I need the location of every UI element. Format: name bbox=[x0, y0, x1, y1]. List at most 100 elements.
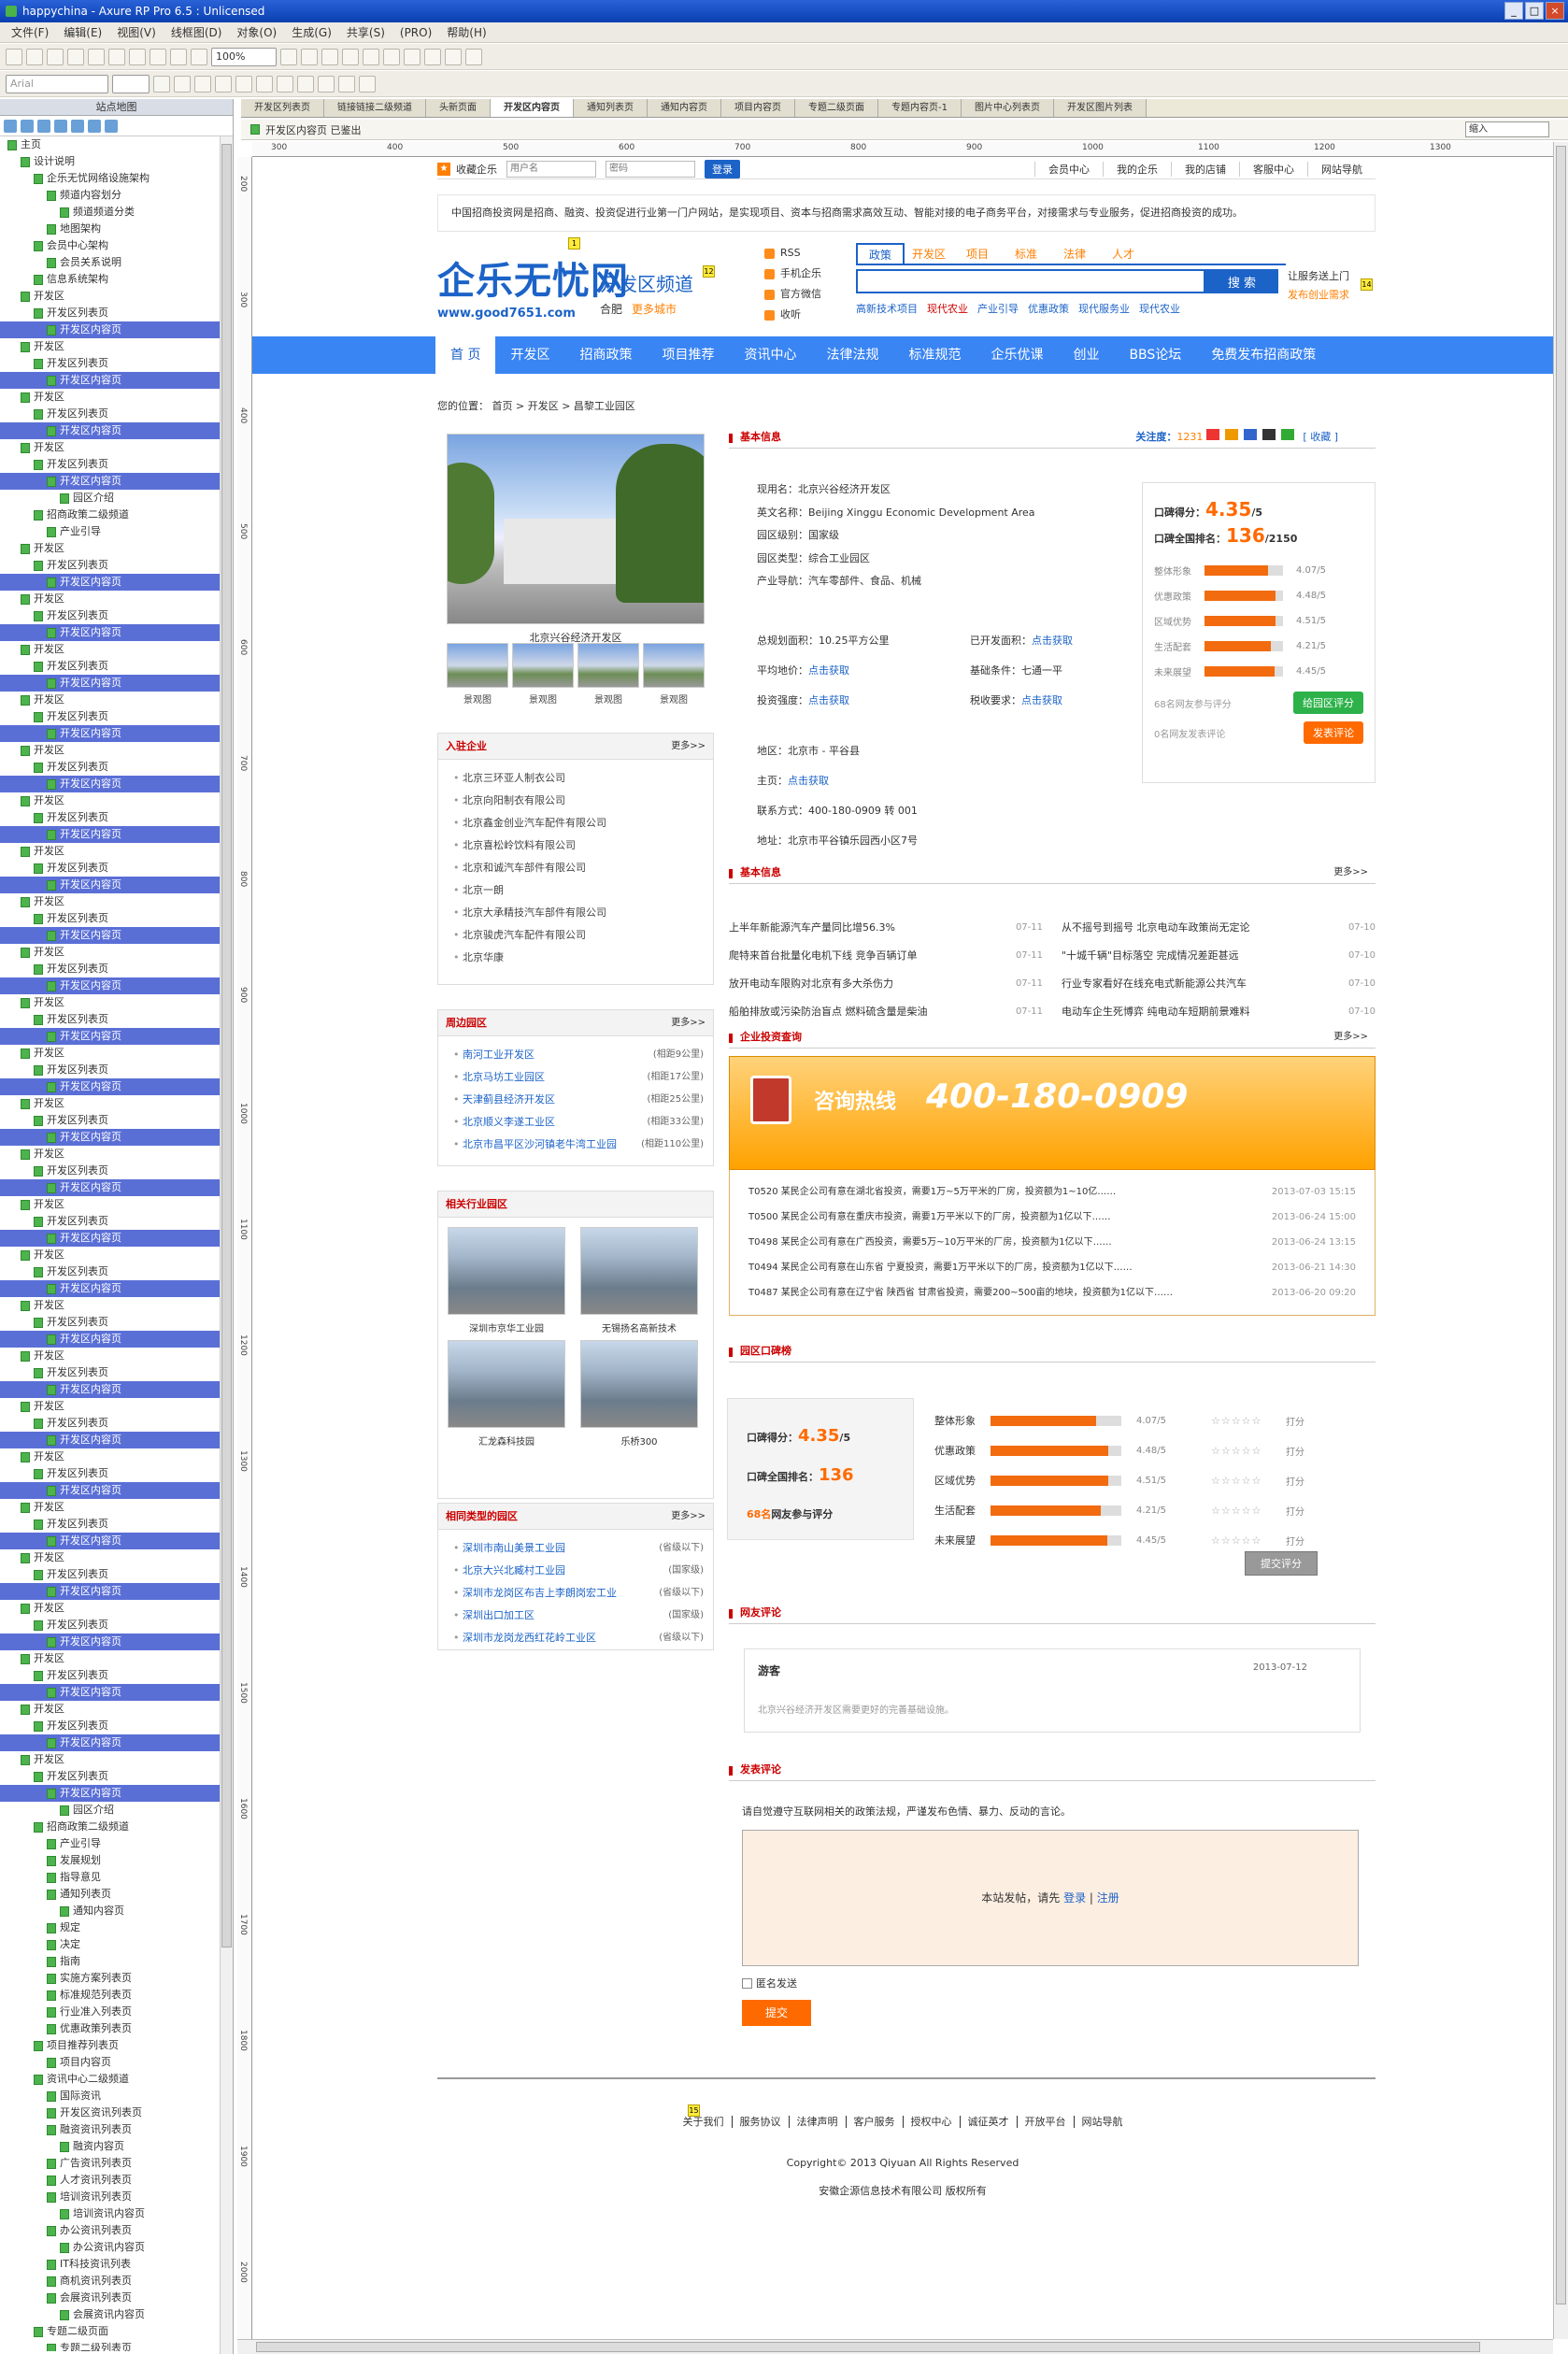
pointer-icon[interactable] bbox=[280, 48, 297, 65]
rating-stars[interactable]: ☆☆☆☆☆ bbox=[1211, 1505, 1286, 1517]
text-color-icon[interactable] bbox=[297, 75, 314, 93]
news-item[interactable]: 从不摇号到摇号 北京电动车政策尚无定论 07-10 bbox=[1062, 914, 1376, 942]
sitemap-node[interactable]: 开发区列表页 bbox=[0, 1718, 220, 1734]
design-canvas[interactable]: ★ 收藏企乐 登录 会员中心我的企乐我的店铺客服中心网站导航 中国招商投资网是招… bbox=[252, 157, 1553, 2339]
sitemap-scroll-thumb[interactable] bbox=[221, 144, 232, 1947]
sitemap-node[interactable]: 开发区列表页 bbox=[0, 658, 220, 675]
hot-keyword[interactable]: 现代农业 bbox=[1139, 301, 1180, 316]
sitemap-node[interactable]: 开发区列表页 bbox=[0, 1213, 220, 1230]
sitemap-node[interactable]: 开发区 bbox=[0, 1600, 220, 1617]
area-dev-link[interactable]: 点击获取 bbox=[1032, 635, 1073, 647]
park-item[interactable]: 北京大兴北臧村工业园 (国家级) bbox=[453, 1560, 704, 1582]
password-input[interactable] bbox=[606, 160, 695, 178]
sitemap-node[interactable]: 开发区内容页 bbox=[0, 1583, 220, 1600]
sitemap-node[interactable]: 开发区列表页 bbox=[0, 1112, 220, 1129]
sitemap-node[interactable]: 会员中心架构 bbox=[0, 237, 220, 254]
sitemap-node[interactable]: 通知内容页 bbox=[0, 1903, 220, 1919]
delete-page-icon[interactable] bbox=[105, 119, 118, 133]
news-more-link[interactable]: 更多>> bbox=[1333, 863, 1368, 882]
sitemap-node[interactable]: 开发区 bbox=[0, 1247, 220, 1263]
sitemap-node[interactable]: 开发区 bbox=[0, 1751, 220, 1768]
footer-link[interactable]: 服务协议 bbox=[731, 2116, 789, 2128]
undo-icon[interactable] bbox=[129, 48, 146, 65]
sitemap-node[interactable]: 开发区内容页 bbox=[0, 1028, 220, 1045]
sitemap-node[interactable]: 开发区 bbox=[0, 1348, 220, 1364]
sitemap-node[interactable]: 开发区 bbox=[0, 1499, 220, 1516]
sitemap-node[interactable]: 开发区列表页 bbox=[0, 557, 220, 574]
page-tab[interactable]: 项目内容页 bbox=[721, 99, 795, 117]
fav-button[interactable]: [ 收藏 ] bbox=[1303, 431, 1338, 443]
company-item[interactable]: 北京向阳制衣有限公司 bbox=[453, 790, 704, 812]
sitemap-node[interactable]: 行业准入列表页 bbox=[0, 2004, 220, 2020]
sitemap-node[interactable]: 标准规范列表页 bbox=[0, 1987, 220, 2004]
sitemap-node[interactable]: 优惠政策列表页 bbox=[0, 2020, 220, 2037]
align-icon[interactable] bbox=[363, 48, 379, 65]
sitemap-node[interactable]: 开发区 bbox=[0, 1448, 220, 1465]
hot-keyword[interactable]: 优惠政策 bbox=[1028, 301, 1069, 316]
sitemap-node[interactable]: 频道频道分类 bbox=[0, 204, 220, 221]
username-input[interactable] bbox=[506, 160, 596, 178]
park-item[interactable]: 深圳市龙岗龙西红花岭工业区 (省级以下) bbox=[453, 1627, 704, 1649]
top-link[interactable]: 我的店铺 bbox=[1171, 161, 1239, 177]
park-item[interactable]: 深圳市南山美景工业园 (省级以下) bbox=[453, 1537, 704, 1560]
sitemap-node[interactable]: 会展资讯列表页 bbox=[0, 2290, 220, 2306]
park-item[interactable]: 北京顺义李遂工业区 (相距33公里) bbox=[453, 1111, 704, 1134]
sitemap-node[interactable]: 商机资讯列表页 bbox=[0, 2273, 220, 2290]
indent-icon[interactable] bbox=[71, 119, 84, 133]
rating-stars[interactable]: ☆☆☆☆☆ bbox=[1211, 1415, 1286, 1427]
maximize-button[interactable]: □ bbox=[1525, 2, 1544, 20]
sitemap-node[interactable]: 开发区 bbox=[0, 1398, 220, 1415]
top-link[interactable]: 会员中心 bbox=[1034, 161, 1103, 177]
quick-link[interactable]: 官方微信 bbox=[764, 284, 821, 305]
photo-thumb[interactable]: 景观图 bbox=[577, 643, 639, 706]
sitemap-node[interactable]: 开发区内容页 bbox=[0, 1785, 220, 1802]
company-item[interactable]: 北京骏虎汽车配件有限公司 bbox=[453, 924, 704, 947]
sitemap-node[interactable]: 开发区内容页 bbox=[0, 877, 220, 893]
sitemap-node[interactable]: 开发区 bbox=[0, 843, 220, 860]
copy-icon[interactable] bbox=[88, 48, 105, 65]
sitemap-node[interactable]: 招商政策二级频道 bbox=[0, 506, 220, 523]
sitemap-node[interactable]: 开发区内容页 bbox=[0, 977, 220, 994]
add-page-icon[interactable] bbox=[4, 119, 17, 133]
photo-thumb[interactable]: 景观图 bbox=[512, 643, 574, 706]
company-item[interactable]: 北京华康 bbox=[453, 947, 704, 969]
order-icon[interactable] bbox=[342, 48, 359, 65]
post-comment-button[interactable]: 发表评论 bbox=[1304, 721, 1363, 744]
sitemap-node[interactable]: 开发区列表页 bbox=[0, 1617, 220, 1634]
nav-item[interactable]: BBS论坛 bbox=[1114, 336, 1196, 374]
quick-link[interactable]: 收听 bbox=[764, 305, 821, 325]
sitemap-node[interactable]: 开发区 bbox=[0, 1095, 220, 1112]
canvas-vscroll-thumb[interactable] bbox=[1556, 146, 1566, 2304]
footer-link[interactable]: 开放平台 bbox=[1016, 2116, 1074, 2128]
footer-link[interactable]: 关于我们 bbox=[676, 2116, 732, 2128]
news-item[interactable]: 行业专家看好在线充电式新能源公共汽车 07-10 bbox=[1062, 970, 1376, 998]
sitemap-node[interactable]: 开发区内容页 bbox=[0, 826, 220, 843]
sitemap-node[interactable]: 开发区列表页 bbox=[0, 1667, 220, 1684]
sitemap-node[interactable]: 开发区内容页 bbox=[0, 574, 220, 591]
sitemap-node[interactable]: 频道内容划分 bbox=[0, 187, 220, 204]
sitemap-node[interactable]: 产业引导 bbox=[0, 523, 220, 540]
canvas-hscroll-thumb[interactable] bbox=[256, 2342, 1480, 2352]
sitemap-node[interactable]: 融资内容页 bbox=[0, 2138, 220, 2155]
move-up-icon[interactable] bbox=[37, 119, 50, 133]
sitemap-node[interactable]: 开发区内容页 bbox=[0, 1634, 220, 1650]
sitemap-node[interactable]: 产业引导 bbox=[0, 1835, 220, 1852]
sitemap-node[interactable]: 会员关系说明 bbox=[0, 254, 220, 271]
sitemap-node[interactable]: 指南 bbox=[0, 1953, 220, 1970]
sitemap-node[interactable]: 项目推荐列表页 bbox=[0, 2037, 220, 2054]
menu-item[interactable]: 文件(F) bbox=[4, 24, 56, 40]
sitemap-node[interactable]: 开发区列表页 bbox=[0, 910, 220, 927]
sitemap-node[interactable]: 开发区内容页 bbox=[0, 473, 220, 490]
rate-park-button[interactable]: 给园区评分 bbox=[1293, 692, 1363, 714]
sitemap-node[interactable]: 开发区内容页 bbox=[0, 372, 220, 389]
zoom-select[interactable]: 100% bbox=[211, 47, 277, 66]
sitemap-node[interactable]: 开发区内容页 bbox=[0, 1533, 220, 1549]
arrow-style-icon[interactable] bbox=[465, 48, 482, 65]
photo-thumb[interactable]: 景观图 bbox=[447, 643, 508, 706]
sitemap-node[interactable]: 开发区列表页 bbox=[0, 1062, 220, 1078]
top-link[interactable]: 网站导航 bbox=[1307, 161, 1376, 177]
news-item[interactable]: "十城千辆"目标落空 完成情况差距甚远 07-10 bbox=[1062, 942, 1376, 970]
sitemap-node[interactable]: 开发区 bbox=[0, 742, 220, 759]
nav-item[interactable]: 资讯中心 bbox=[729, 336, 811, 374]
nav-item[interactable]: 企乐优课 bbox=[976, 336, 1058, 374]
